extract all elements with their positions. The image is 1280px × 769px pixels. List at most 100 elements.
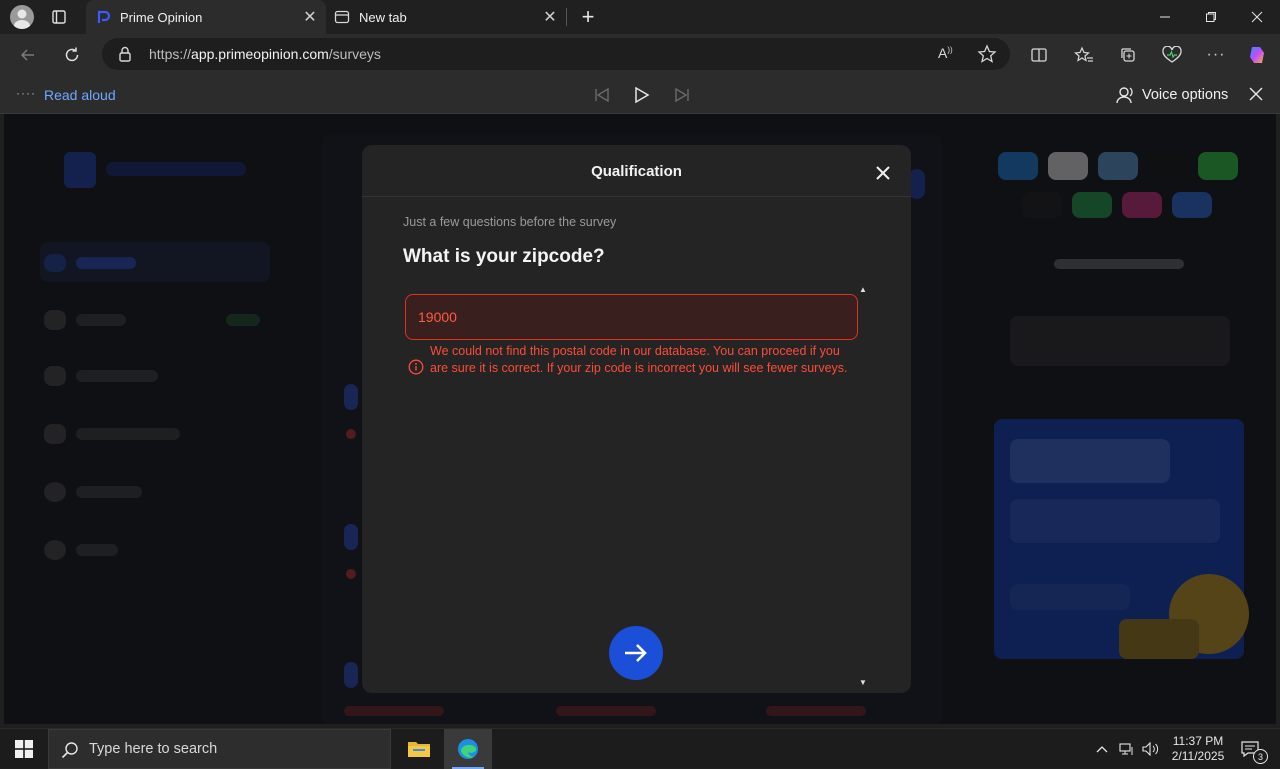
restore-icon[interactable] xyxy=(1188,0,1234,34)
tab-prime-opinion[interactable]: Prime Opinion ✕ xyxy=(86,0,326,34)
referral-text-placeholder xyxy=(1010,439,1170,483)
reward-text-placeholder xyxy=(1010,316,1230,366)
edge-taskbar-icon[interactable] xyxy=(444,729,492,769)
navigation-bar: https://app.primeopinion.com/surveys A))… xyxy=(0,34,1280,76)
file-explorer-icon[interactable] xyxy=(398,729,440,769)
zipcode-input[interactable] xyxy=(405,294,858,340)
sidebar-text-placeholder xyxy=(76,486,142,498)
next-arrow-button[interactable] xyxy=(609,626,663,680)
survey-card-placeholder xyxy=(344,384,358,410)
read-aloud-label[interactable]: Read aloud xyxy=(44,87,116,103)
clock[interactable]: 11:37 PM 2/11/2025 xyxy=(1166,729,1230,769)
prime-opinion-favicon xyxy=(96,9,112,25)
favorites-icon[interactable] xyxy=(1068,39,1100,71)
scroll-down-arrow-icon[interactable]: ▼ xyxy=(859,678,869,687)
clock-date: 2/11/2025 xyxy=(1171,749,1225,763)
clock-time: 11:37 PM xyxy=(1172,734,1224,748)
minimize-icon[interactable] xyxy=(1142,0,1188,34)
url-text[interactable]: https://app.primeopinion.com/surveys xyxy=(149,46,381,62)
address-bar[interactable]: https://app.primeopinion.com/surveys A)) xyxy=(102,38,1010,70)
volume-icon[interactable] xyxy=(1140,729,1162,769)
close-read-aloud-icon[interactable] xyxy=(1248,86,1264,102)
reward-logo-placeholder xyxy=(998,152,1038,180)
survey-card-placeholder xyxy=(346,429,356,439)
sidebar-text-placeholder xyxy=(76,428,180,440)
notifications-icon[interactable]: 3 xyxy=(1236,729,1268,769)
survey-card-placeholder xyxy=(344,524,358,550)
arrow-right-icon xyxy=(625,644,647,662)
sidebar-text-placeholder xyxy=(76,544,118,556)
next-paragraph-icon[interactable] xyxy=(673,86,691,104)
search-placeholder: Type here to search xyxy=(89,741,218,757)
survey-rating-placeholder xyxy=(556,706,656,716)
reward-logo-placeholder xyxy=(1098,152,1138,180)
tab-strip: Prime Opinion ✕ New tab ✕ + xyxy=(0,0,1280,34)
accent-placeholder xyxy=(909,169,925,199)
taskbar-search-box[interactable]: Type here to search xyxy=(48,729,391,769)
coin-stack-graphic xyxy=(1119,619,1199,659)
more-menu-icon[interactable]: ··· xyxy=(1200,39,1232,71)
notification-count-badge: 3 xyxy=(1253,749,1268,764)
refresh-icon[interactable] xyxy=(56,39,88,71)
qualification-modal: Qualification Just a few questions befor… xyxy=(362,145,911,693)
previous-paragraph-icon[interactable] xyxy=(593,86,611,104)
error-info-icon xyxy=(408,359,424,375)
voice-options-label[interactable]: Voice options xyxy=(1142,87,1228,103)
reward-text-placeholder xyxy=(1054,259,1184,269)
zipcode-error-message: We could not find this postal code in ou… xyxy=(430,344,848,375)
referral-button-placeholder xyxy=(1010,584,1130,610)
close-window-icon[interactable] xyxy=(1234,0,1280,34)
tab-title: New tab xyxy=(359,10,407,25)
referral-text-placeholder xyxy=(1010,499,1220,543)
modal-header: Qualification xyxy=(362,145,911,197)
reward-logo-placeholder xyxy=(1022,192,1062,218)
reward-logo-placeholder xyxy=(1122,192,1162,218)
network-icon[interactable] xyxy=(1116,729,1138,769)
sidebar-badge-placeholder xyxy=(226,314,260,326)
split-screen-icon[interactable] xyxy=(1023,39,1055,71)
sidebar-icon-placeholder xyxy=(44,254,66,272)
drag-handle-icon[interactable]: ···· xyxy=(16,86,36,100)
survey-card-placeholder xyxy=(346,569,356,579)
collections-icon[interactable] xyxy=(1112,39,1144,71)
survey-card-placeholder xyxy=(344,662,358,688)
sidebar-icon-placeholder xyxy=(44,540,66,560)
sidebar-text-placeholder xyxy=(76,257,136,269)
windows-start-icon[interactable] xyxy=(0,729,48,769)
copilot-icon[interactable] xyxy=(1242,39,1274,71)
sidebar-icon-placeholder xyxy=(44,424,66,444)
url-path: /surveys xyxy=(328,46,381,62)
tab-actions-icon[interactable] xyxy=(50,8,68,26)
read-aloud-page-icon[interactable]: A)) xyxy=(938,45,956,63)
back-arrow-icon[interactable] xyxy=(12,39,44,71)
close-tab-icon[interactable]: ✕ xyxy=(302,9,318,26)
favorite-star-icon[interactable] xyxy=(977,44,997,64)
question-text: What is your zipcode? xyxy=(403,246,605,267)
sidebar-icon-placeholder xyxy=(44,366,66,386)
close-modal-icon[interactable] xyxy=(872,162,894,184)
sidebar-text-placeholder xyxy=(76,314,126,326)
new-tab-plus-icon[interactable]: + xyxy=(577,4,599,29)
close-tab-icon[interactable]: ✕ xyxy=(542,9,558,26)
survey-rating-placeholder xyxy=(766,706,866,716)
profile-avatar[interactable] xyxy=(10,5,34,29)
reward-logo-placeholder xyxy=(1072,192,1112,218)
search-icon xyxy=(61,741,79,759)
scroll-up-arrow-icon[interactable]: ▲ xyxy=(859,285,869,294)
browser-essentials-icon[interactable] xyxy=(1156,39,1188,71)
tab-divider xyxy=(566,8,567,26)
url-host: app.primeopinion.com xyxy=(191,46,329,62)
survey-rating-placeholder xyxy=(344,706,444,716)
reward-logo-placeholder xyxy=(1148,152,1188,180)
sidebar-logo-placeholder xyxy=(106,162,246,176)
windows-taskbar: Type here to search 11:37 PM 2/11/2025 3 xyxy=(0,728,1280,769)
lock-icon[interactable] xyxy=(118,46,132,62)
tab-title: Prime Opinion xyxy=(120,10,203,25)
reward-logo-placeholder xyxy=(1198,152,1238,180)
modal-title: Qualification xyxy=(591,163,682,180)
show-hidden-icons-chevron[interactable] xyxy=(1092,729,1112,769)
play-icon[interactable] xyxy=(632,86,650,104)
reward-logo-placeholder xyxy=(1048,152,1088,180)
tab-new-tab[interactable]: New tab ✕ xyxy=(326,0,566,34)
voice-options-icon[interactable] xyxy=(1115,85,1135,105)
